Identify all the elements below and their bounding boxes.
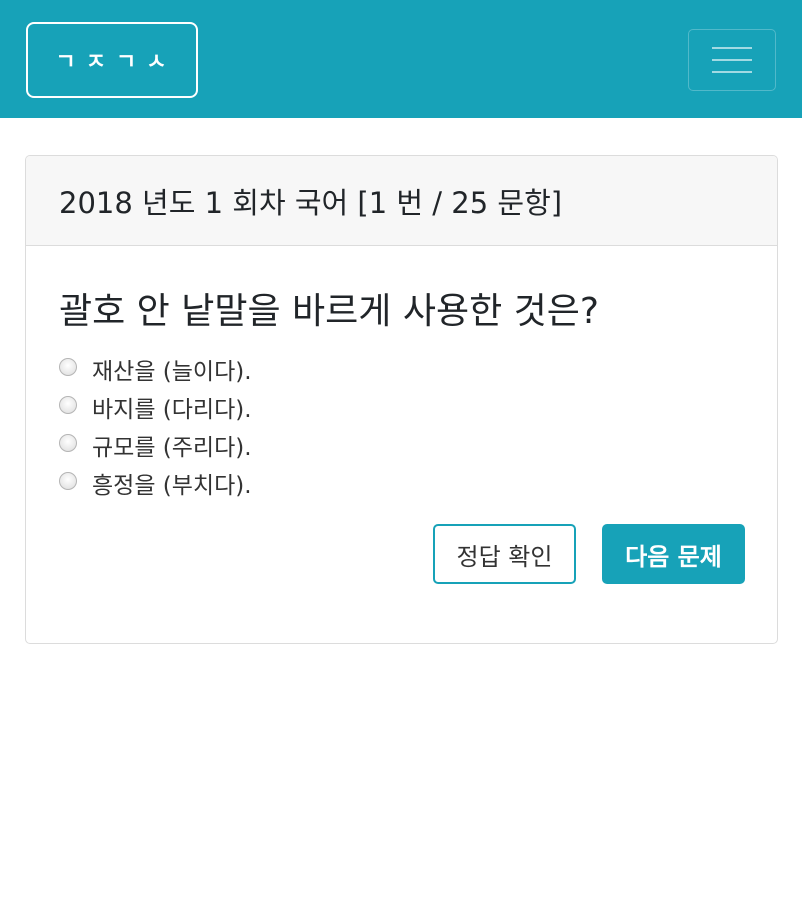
brand-logo[interactable]: ㄱㅈㄱㅅ: [26, 22, 198, 98]
answer-option-label: 흥정을 (부치다).: [92, 473, 252, 499]
answer-option-1[interactable]: 재산을 (늘이다).: [59, 350, 252, 388]
answer-option-2[interactable]: 바지를 (다리다).: [59, 388, 252, 426]
radio-button[interactable]: [59, 396, 77, 414]
answer-option-4[interactable]: 흥정을 (부치다).: [59, 464, 252, 502]
answer-option-label: 재산을 (늘이다).: [92, 359, 252, 385]
navbar: ㄱㅈㄱㅅ: [0, 0, 802, 118]
answer-option-label: 바지를 (다리다).: [92, 397, 252, 423]
radio-button[interactable]: [59, 472, 77, 490]
answer-option-label: 규모를 (주리다).: [92, 435, 252, 461]
quiz-header: 2018 년도 1 회차 국어 [1 번 / 25 문항]: [26, 156, 777, 246]
radio-button[interactable]: [59, 358, 77, 376]
answer-options: 재산을 (늘이다). 바지를 (다리다). 규모를 (주리다). 흥정을 (부치…: [59, 350, 252, 502]
question-text: 괄호 안 낱말을 바르게 사용한 것은?: [59, 291, 600, 332]
quiz-card: 2018 년도 1 회차 국어 [1 번 / 25 문항] 괄호 안 낱말을 바…: [25, 155, 778, 644]
radio-button[interactable]: [59, 434, 77, 452]
next-question-button[interactable]: 다음 문제: [602, 524, 745, 584]
menu-toggle-button[interactable]: [688, 29, 776, 91]
answer-option-3[interactable]: 규모를 (주리다).: [59, 426, 252, 464]
check-answer-button[interactable]: 정답 확인: [433, 524, 576, 584]
hamburger-menu-icon: [712, 45, 752, 75]
